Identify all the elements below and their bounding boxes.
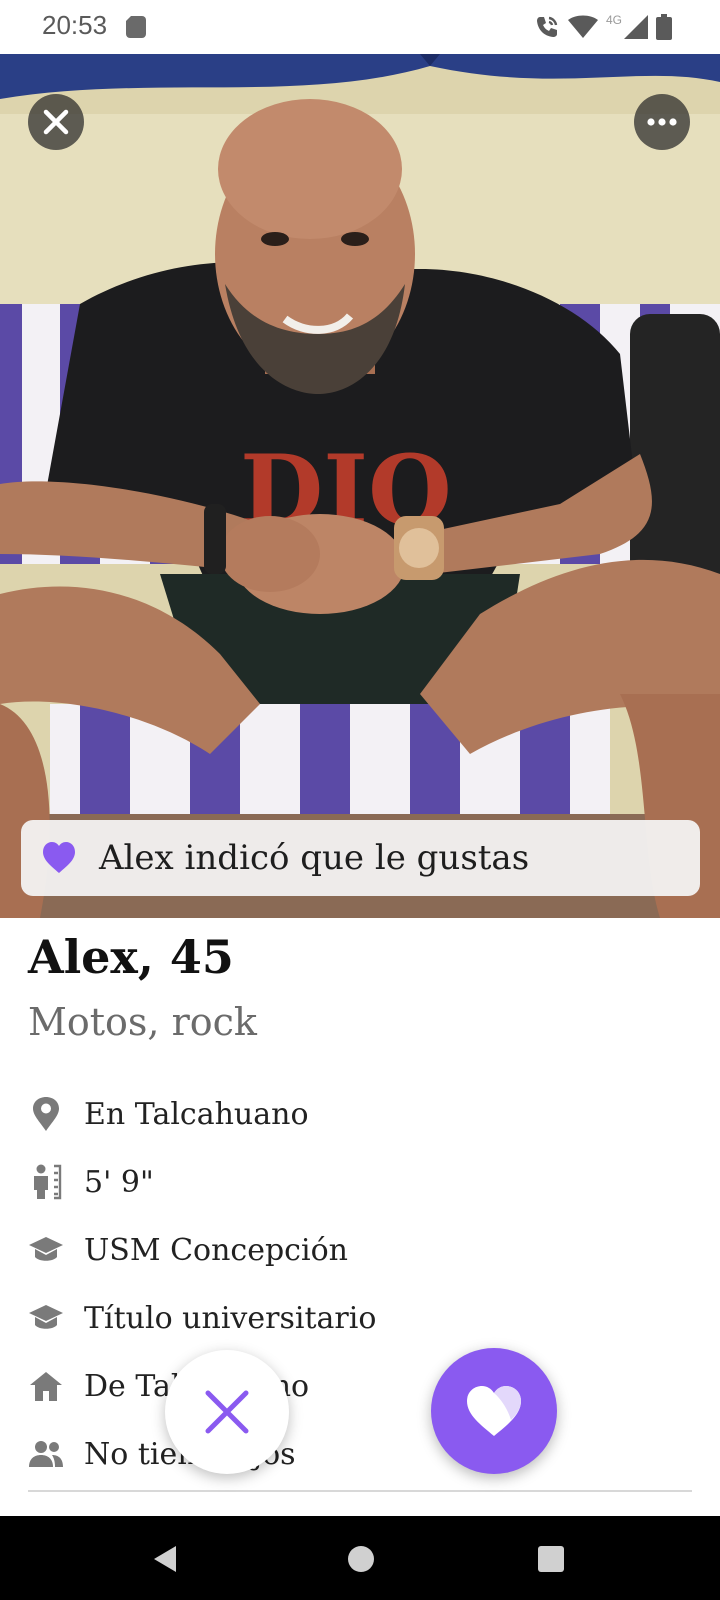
detail-education-text: Título universitario: [84, 1300, 377, 1336]
status-time: 20:53: [42, 10, 108, 40]
detail-location-text: En Talcahuano: [84, 1096, 309, 1132]
wifi-icon: [567, 15, 598, 38]
location-pin-icon: [28, 1096, 64, 1132]
detail-height-text: 5' 9": [84, 1164, 154, 1200]
graduation-cap-icon: [28, 1300, 64, 1336]
network-type-label: 4G: [605, 13, 622, 27]
detail-hometown: De Talcahuano: [28, 1352, 692, 1420]
detail-school-text: USM Concepción: [84, 1232, 348, 1268]
liked-you-banner: Alex indicó que le gustas: [21, 820, 700, 896]
close-x-icon: [205, 1390, 249, 1434]
profile-photo-image: DIO: [0, 54, 720, 918]
more-horizontal-icon: [647, 118, 677, 126]
more-options-button[interactable]: [634, 94, 690, 150]
signal-icon: [624, 15, 648, 39]
wifi-call-icon: [536, 16, 558, 37]
detail-height: 5' 9": [28, 1148, 692, 1216]
close-icon: [43, 109, 69, 135]
graduation-cap-icon: [28, 1232, 64, 1268]
sim-card-icon: [126, 16, 146, 38]
detail-school: USM Concepción: [28, 1216, 692, 1284]
pass-button[interactable]: [165, 1350, 289, 1474]
status-icons: 4G: [534, 12, 672, 42]
height-icon: [28, 1164, 64, 1200]
back-icon[interactable]: [152, 1544, 178, 1574]
heart-icon: [43, 842, 75, 873]
status-bar: 20:53 4G: [0, 0, 720, 54]
profile-details-list: En Talcahuano 5' 9" USM Concepción Títul…: [28, 1080, 692, 1488]
home-icon: [28, 1368, 64, 1404]
battery-icon: [656, 14, 672, 40]
section-divider: [28, 1490, 692, 1492]
like-button[interactable]: [431, 1348, 557, 1474]
detail-children: No tiene hijos: [28, 1420, 692, 1488]
home-button[interactable]: [348, 1546, 374, 1572]
people-icon: [28, 1436, 64, 1472]
detail-location: En Talcahuano: [28, 1080, 692, 1148]
system-navigation-bar: [0, 1516, 720, 1600]
liked-you-text: Alex indicó que le gustas: [99, 838, 530, 878]
heart-icon: [467, 1386, 521, 1436]
recent-apps-button[interactable]: [538, 1546, 564, 1572]
profile-tagline: Motos, rock: [28, 1000, 257, 1044]
profile-photo[interactable]: DIO Alex indicó que le gustas: [0, 54, 720, 918]
profile-name-age: Alex, 45: [28, 930, 234, 984]
detail-education: Título universitario: [28, 1284, 692, 1352]
close-profile-button[interactable]: [28, 94, 84, 150]
